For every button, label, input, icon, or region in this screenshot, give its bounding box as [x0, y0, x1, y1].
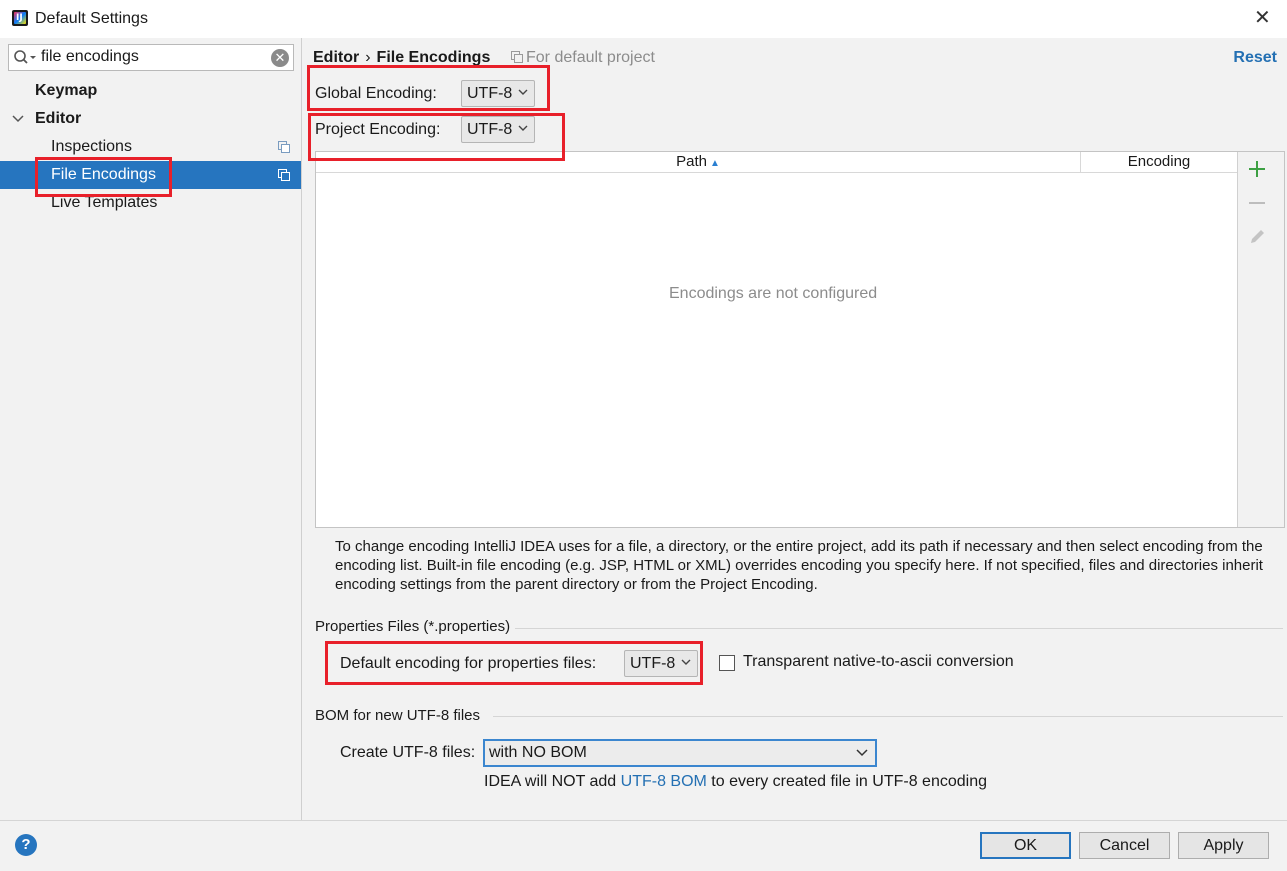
sidebar-item-live-templates[interactable]: Live Templates [0, 189, 301, 217]
column-header-path[interactable]: Path ▲ [316, 152, 1081, 172]
properties-section-title: Properties Files (*.properties) [315, 618, 511, 635]
sidebar-item-label: Editor [35, 110, 82, 127]
intellij-app-icon: IJ [12, 10, 28, 26]
sidebar-item-keymap[interactable]: Keymap [0, 77, 301, 105]
cancel-button[interactable]: Cancel [1079, 832, 1170, 859]
remove-icon[interactable] [1246, 192, 1268, 214]
search-input[interactable] [41, 48, 271, 66]
breadcrumb-current: File Encodings [376, 49, 491, 66]
apply-button[interactable]: Apply [1178, 832, 1269, 859]
global-encoding-label: Global Encoding: [315, 85, 437, 102]
table-header: Path ▲ Encoding [316, 152, 1237, 173]
breadcrumb-separator: › [365, 49, 371, 66]
reset-link[interactable]: Reset [1233, 49, 1277, 67]
column-header-encoding[interactable]: Encoding [1081, 152, 1237, 172]
chevron-down-icon [518, 89, 528, 95]
chevron-down-icon[interactable] [12, 114, 24, 124]
sidebar-item-label: Inspections [51, 138, 132, 155]
create-utf8-value: with NO BOM [489, 744, 587, 761]
file-encodings-panel: Editor › File Encodings For default projec… [303, 38, 1287, 820]
transparent-conversion-label[interactable]: Transparent native-to-ascii conversion [743, 653, 1014, 671]
window-title: Default Settings [35, 10, 148, 27]
bom-info-suffix: to every created file in UTF-8 encoding [706, 773, 987, 790]
create-utf8-select[interactable]: with NO BOM [483, 739, 877, 767]
sidebar-item-editor[interactable]: Editor [0, 105, 301, 133]
column-header-label: Encoding [1127, 153, 1191, 170]
properties-encoding-label: Default encoding for properties files: [340, 655, 597, 672]
sidebar-item-label: File Encodings [51, 166, 156, 183]
settings-sidebar: ✕ Keymap Editor Inspections File Encodin… [0, 38, 302, 820]
settings-search-box[interactable]: ✕ [8, 44, 294, 71]
help-icon[interactable]: ? [15, 834, 37, 856]
global-encoding-select[interactable]: UTF-8 [461, 80, 535, 107]
bom-section-title: BOM for new UTF-8 files [315, 707, 481, 724]
section-divider [515, 628, 1283, 629]
encodings-table[interactable]: Path ▲ Encoding Encodings are not configu… [315, 151, 1285, 528]
add-icon[interactable] [1246, 158, 1268, 180]
bom-info-text: IDEA will NOT add UTF-8 BOM to every cre… [484, 773, 987, 791]
chevron-down-icon [681, 659, 691, 665]
edit-pencil-icon[interactable] [1246, 226, 1268, 248]
global-encoding-value: UTF-8 [467, 85, 513, 102]
section-divider [493, 716, 1283, 717]
sort-ascending-icon: ▲ [709, 158, 720, 169]
sidebar-item-inspections[interactable]: Inspections [0, 133, 301, 161]
dialog-footer: ? OK Cancel Apply [0, 820, 1287, 871]
chevron-down-icon [518, 125, 528, 131]
breadcrumb-parent: Editor [313, 49, 360, 66]
sidebar-item-label: Keymap [35, 82, 98, 99]
ok-button[interactable]: OK [980, 832, 1071, 859]
bom-info-prefix: IDEA will NOT add [484, 773, 621, 790]
column-header-label: Path [676, 153, 707, 170]
project-scope-icon [278, 141, 290, 153]
search-icon[interactable] [13, 49, 37, 67]
table-toolbar [1237, 152, 1284, 527]
project-encoding-value: UTF-8 [467, 121, 513, 138]
utf8-bom-link[interactable]: UTF-8 BOM [621, 773, 707, 790]
project-encoding-select[interactable]: UTF-8 [461, 116, 535, 143]
scope-note-text: For default project [526, 49, 655, 66]
sidebar-item-file-encodings[interactable]: File Encodings [0, 161, 301, 189]
encoding-help-text: To change encoding IntelliJ IDEA uses fo… [335, 538, 1263, 593]
scope-note: For default project [511, 49, 655, 67]
project-scope-icon [278, 169, 290, 181]
close-window-icon[interactable]: ✕ [1254, 8, 1271, 28]
breadcrumb: Editor › File Encodings [313, 49, 490, 67]
clear-search-icon[interactable]: ✕ [271, 49, 289, 67]
properties-encoding-select[interactable]: UTF-8 [624, 650, 698, 677]
transparent-conversion-checkbox[interactable] [719, 655, 735, 671]
project-scope-icon [511, 51, 523, 63]
empty-table-message: Encodings are not configured [669, 285, 878, 302]
chevron-down-icon [856, 749, 868, 757]
project-encoding-label: Project Encoding: [315, 121, 441, 138]
sidebar-item-label: Live Templates [51, 194, 158, 211]
create-utf8-label: Create UTF-8 files: [340, 744, 476, 761]
properties-encoding-value: UTF-8 [630, 655, 676, 672]
title-bar: IJ Default Settings ✕ [0, 0, 1287, 38]
